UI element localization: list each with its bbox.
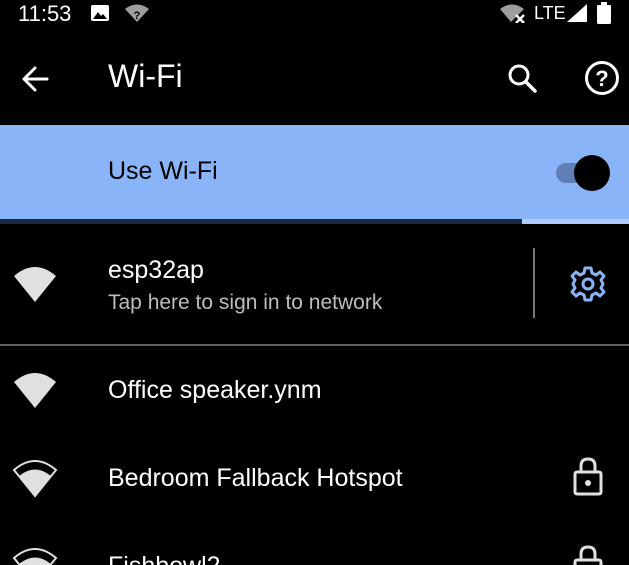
wifi-settings-screen: 11:53 ? LTE Wi-Fi ? Use Wi-Fi esp32ap Ta… (0, 0, 629, 565)
wifi-signal-icon (12, 548, 58, 565)
status-time: 11:53 (18, 1, 72, 26)
vertical-divider (533, 248, 535, 318)
wifi-signal-icon (12, 460, 58, 498)
wifi-x-icon (500, 4, 525, 23)
signal-icon (567, 4, 587, 22)
help-button[interactable]: ? (580, 56, 624, 100)
status-bar: 11:53 ? LTE (0, 0, 629, 30)
network-name: Fishbowl2 (108, 552, 221, 565)
network-settings-button[interactable] (566, 262, 610, 306)
network-name: Bedroom Fallback Hotspot (108, 464, 403, 492)
lock-icon (573, 457, 603, 496)
wifi-signal-icon (14, 373, 56, 408)
help-icon: ? (585, 61, 619, 95)
scan-progress-fill (0, 219, 523, 224)
back-button[interactable] (14, 58, 56, 100)
search-button[interactable] (500, 56, 544, 100)
lock-icon (573, 545, 603, 565)
scan-progress-bar (0, 219, 629, 224)
photo-icon (91, 5, 109, 21)
wifi-question-icon: ? (125, 4, 149, 22)
network-status: Tap here to sign in to network (108, 291, 383, 314)
use-wifi-toggle-row[interactable]: Use Wi-Fi (0, 125, 629, 219)
network-item-bedroom-fallback-hotspot[interactable]: Bedroom Fallback Hotspot (0, 434, 629, 524)
back-arrow-icon (22, 66, 49, 92)
network-item-fishbowl2[interactable]: Fishbowl2 (0, 524, 629, 565)
battery-icon (597, 2, 611, 24)
network-type-label: LTE (534, 3, 566, 23)
page-title: Wi-Fi (108, 58, 183, 94)
network-item-office-speaker[interactable]: Office speaker.ynm (0, 346, 629, 434)
search-icon (508, 64, 537, 93)
network-item-esp32ap[interactable]: esp32ap Tap here to sign in to network (0, 226, 629, 344)
use-wifi-label: Use Wi-Fi (108, 157, 218, 185)
wifi-toggle-switch[interactable] (574, 155, 610, 191)
wifi-signal-icon (14, 267, 56, 302)
network-name: esp32ap (108, 256, 204, 284)
gear-icon (570, 266, 606, 302)
app-bar: Wi-Fi ? (0, 40, 629, 120)
svg-text:?: ? (134, 10, 141, 22)
network-name: Office speaker.ynm (108, 376, 322, 404)
svg-text:?: ? (595, 66, 608, 91)
